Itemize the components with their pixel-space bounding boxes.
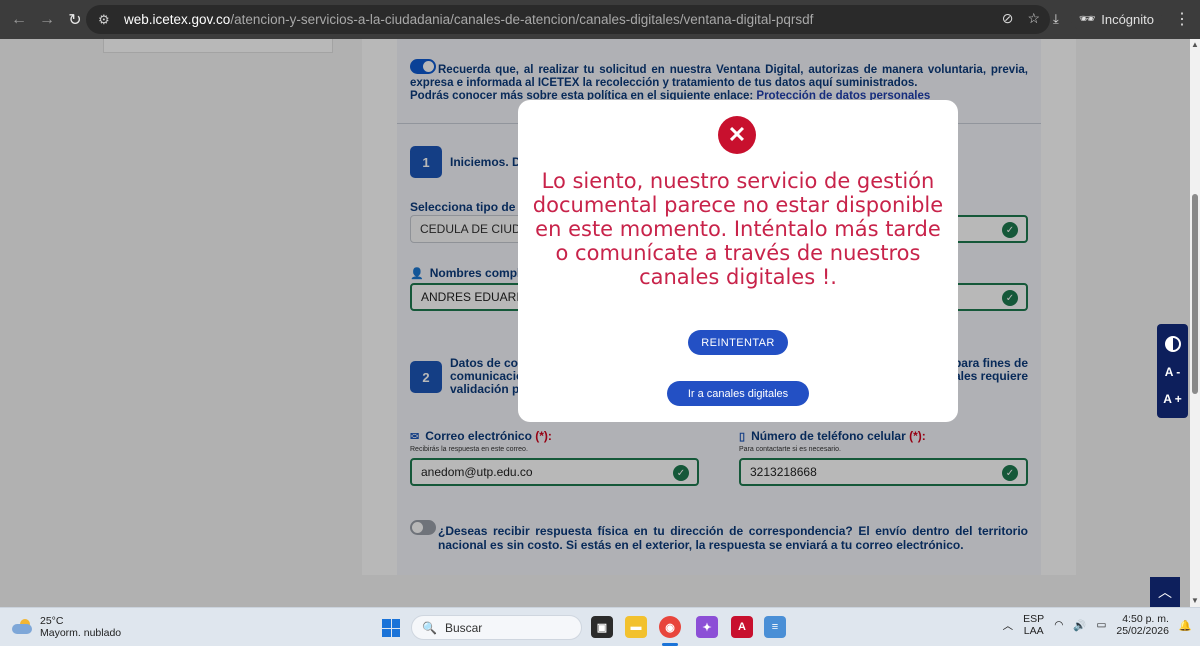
system-tray: ︿ ESP LAA ◠ 🔊 ▭ 4:50 p. m. 25/02/2026 🔔: [1003, 613, 1192, 637]
chrome-icon[interactable]: ◉: [659, 616, 681, 638]
scroll-up-arrow-icon[interactable]: ▲: [1191, 40, 1199, 49]
temperature: 25°C: [40, 615, 64, 627]
site-info-icon[interactable]: ⚙: [98, 12, 116, 28]
url-text: web.icetex.gov.co/atencion-y-servicios-a…: [124, 12, 813, 27]
acrobat-icon[interactable]: A: [731, 616, 753, 638]
contrast-icon[interactable]: [1164, 336, 1181, 353]
page-scrollbar[interactable]: ▲ ▼: [1190, 39, 1200, 607]
incognito-label: Incógnito: [1101, 11, 1154, 27]
incognito-badge[interactable]: 🕶 Incógnito: [1070, 8, 1162, 30]
copilot-icon[interactable]: ✦: [696, 616, 718, 638]
partly-cloudy-icon: [12, 619, 34, 635]
clock[interactable]: 4:50 p. m. 25/02/2026: [1116, 613, 1169, 637]
search-icon: 🔍: [422, 620, 437, 635]
scroll-to-top-button[interactable]: ︿: [1150, 577, 1180, 607]
windows-start-icon[interactable]: [382, 619, 400, 637]
lang-top: ESP: [1023, 613, 1045, 625]
retry-button[interactable]: REINTENTAR: [688, 330, 788, 355]
search-placeholder: Buscar: [444, 620, 483, 635]
volume-icon[interactable]: 🔊: [1073, 619, 1086, 632]
font-decrease-button[interactable]: A -: [1165, 365, 1181, 379]
date: 25/02/2026: [1116, 625, 1169, 637]
weather-condition: Mayorm. nublado: [40, 627, 122, 639]
back-icon[interactable]: ←: [8, 9, 30, 31]
notepad-icon[interactable]: ≡: [764, 616, 786, 638]
reload-icon[interactable]: ↻: [64, 9, 86, 31]
wifi-icon[interactable]: ◠: [1054, 619, 1063, 631]
bookmark-star-icon[interactable]: ☆: [1027, 10, 1040, 27]
scrollbar-thumb[interactable]: [1192, 194, 1198, 394]
chevron-up-icon: ︿: [1158, 584, 1172, 600]
error-message: Lo siento, nuestro servicio de gestión d…: [532, 169, 944, 289]
show-hidden-icons-chevron-icon[interactable]: ︿: [1003, 618, 1014, 633]
lang-bottom: LAA: [1023, 625, 1044, 637]
windows-taskbar: 25°C Mayorm. nublado 🔍 Buscar ▣ ▬ ◉ ✦ A …: [0, 607, 1200, 646]
browser-toolbar: ← → ↻ ⚙ web.icetex.gov.co/atencion-y-ser…: [0, 0, 1200, 39]
eye-off-icon[interactable]: ⊘: [1002, 10, 1014, 27]
url-path: /atencion-y-servicios-a-la-ciudadania/ca…: [230, 12, 814, 27]
accessibility-widget: A - A +: [1157, 324, 1188, 418]
forward-icon[interactable]: →: [36, 9, 58, 31]
digital-channels-button[interactable]: Ir a canales digitales: [667, 381, 809, 406]
scroll-down-arrow-icon[interactable]: ▼: [1191, 596, 1199, 605]
file-explorer-icon[interactable]: ▬: [625, 616, 647, 638]
battery-icon[interactable]: ▭: [1096, 619, 1106, 631]
error-modal: ✕ Lo siento, nuestro servicio de gestión…: [518, 100, 958, 422]
language-indicator[interactable]: ESP LAA: [1023, 613, 1044, 637]
font-increase-button[interactable]: A +: [1163, 392, 1182, 406]
incognito-icon: 🕶: [1078, 11, 1096, 26]
task-view-icon[interactable]: ▣: [591, 616, 613, 638]
weather-widget[interactable]: 25°C Mayorm. nublado: [12, 615, 121, 639]
taskbar-search[interactable]: 🔍 Buscar: [411, 615, 582, 640]
download-icon[interactable]: ⤓: [1053, 11, 1059, 27]
menu-kebab-icon[interactable]: ⋮: [1174, 9, 1190, 29]
time: 4:50 p. m.: [1122, 613, 1169, 625]
error-x-icon: ✕: [718, 116, 756, 154]
address-bar[interactable]: ⚙ web.icetex.gov.co/atencion-y-servicios…: [86, 5, 1050, 34]
url-host: web.icetex.gov.co: [124, 12, 231, 27]
notifications-bell-icon[interactable]: 🔔: [1179, 619, 1192, 632]
